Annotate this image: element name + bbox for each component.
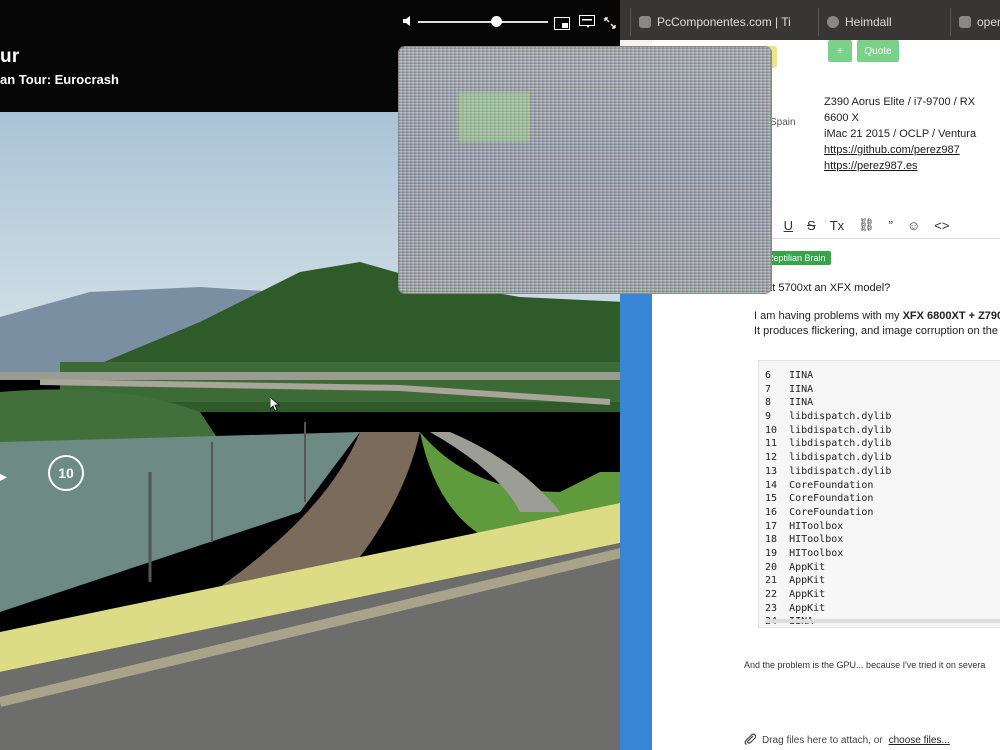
tab-label: openm <box>977 15 1000 29</box>
tab-bar: PcComponentes.com | Ti Heimdall openm <box>620 0 1000 40</box>
choose-files-link[interactable]: choose files... <box>889 735 950 746</box>
post-paragraph: It produces flickering, and image corrup… <box>754 325 1000 337</box>
corrupted-preview-window <box>399 47 771 293</box>
tab-pccomponentes[interactable]: PcComponentes.com | Ti <box>630 8 800 36</box>
code-block: 6 IINA 7 IINA 8 IINA 9 libdispatch.dylib 10 … <box>758 360 1000 628</box>
strikethrough-button[interactable]: S <box>807 218 816 233</box>
code-line: 9 libdispatch.dylib <box>765 411 892 423</box>
code-line: 20 AppKit <box>765 561 826 573</box>
code-line: 14 CoreFoundation <box>765 479 874 491</box>
subtitles-icon[interactable] <box>578 14 596 30</box>
code-line: 7 IINA <box>765 383 814 395</box>
code-line: 13 libdispatch.dylib <box>765 465 892 477</box>
plus-button[interactable]: + <box>828 40 852 62</box>
code-lines: 6 IINA 7 IINA 8 IINA 9 libdispatch.dylib 10 … <box>759 369 1000 629</box>
toolbar-divider <box>766 238 1000 239</box>
picture-in-picture-icon[interactable] <box>553 16 571 30</box>
underline-button[interactable]: U <box>784 218 793 233</box>
code-line: 23 AppKit <box>765 602 826 614</box>
signature-link-site[interactable]: https://perez987.es <box>824 158 1000 174</box>
volume-slider-thumb[interactable] <box>491 16 502 27</box>
quote-button[interactable]: Quote <box>857 40 899 62</box>
skip-forward-icon[interactable]: 10 <box>48 455 84 491</box>
code-line: 11 libdispatch.dylib <box>765 438 892 450</box>
video-title: ur <box>0 46 20 67</box>
code-line: 17 HIToolbox <box>765 520 844 532</box>
favicon-icon <box>959 16 971 28</box>
code-line: 15 CoreFoundation <box>765 493 874 505</box>
attach-files-bar[interactable]: Drag files here to attach, or choose fil… <box>744 732 950 749</box>
mouse-cursor-icon <box>270 397 280 411</box>
attach-hint: Drag files here to attach, or <box>762 735 883 746</box>
volume-slider[interactable] <box>418 21 548 23</box>
code-line: 10 libdispatch.dylib <box>765 424 892 436</box>
tab-label: Heimdall <box>845 15 892 29</box>
favicon-icon <box>639 16 651 28</box>
favicon-icon <box>827 16 839 28</box>
clear-format-button[interactable]: Tx <box>830 218 844 233</box>
code-scrollbar[interactable] <box>765 619 1000 623</box>
code-line: 8 IINA <box>765 397 814 409</box>
code-line: 19 HIToolbox <box>765 547 844 559</box>
emoji-icon[interactable]: ☺ <box>907 218 920 233</box>
fullscreen-icon[interactable] <box>603 16 617 30</box>
tab-heimdall[interactable]: Heimdall <box>818 8 948 36</box>
paperclip-icon <box>744 732 757 749</box>
post-paragraph: I am having problems with my XFX 6800XT … <box>754 310 1000 322</box>
code-line: 22 AppKit <box>765 589 826 600</box>
sidebar-strip <box>620 292 652 750</box>
editor-toolbar: I U S Tx ⛓ ” ☺ <> <box>766 212 1000 238</box>
user-location: Spain <box>770 117 796 128</box>
tab-openm[interactable]: openm <box>950 8 1000 36</box>
user-signature: Z390 Aorus Elite / i7-9700 / RX 6600 X i… <box>824 94 1000 174</box>
video-subtitle: an Tour: Eurocrash <box>0 72 119 87</box>
tab-label: PcComponentes.com | Ti <box>657 15 791 29</box>
code-icon[interactable]: <> <box>934 218 949 233</box>
signature-line: Z390 Aorus Elite / i7-9700 / RX 6600 X <box>824 96 976 124</box>
code-line: 12 libdispatch.dylib <box>765 452 892 464</box>
signature-link-github[interactable]: https://github.com/perez987 <box>824 142 1000 158</box>
code-line: 18 HIToolbox <box>765 534 844 546</box>
play-icon[interactable]: ▸ <box>0 468 7 485</box>
signature-line: iMac 21 2015 / OCLP / Ventura <box>824 128 977 140</box>
reply-paragraph: And the problem is the GPU... because I'… <box>744 660 986 670</box>
code-line: 21 AppKit <box>765 575 826 587</box>
link-icon[interactable]: ⛓ <box>858 217 875 233</box>
speaker-icon[interactable] <box>402 14 414 28</box>
corrupted-image-artifact <box>459 92 529 142</box>
code-line: 6 IINA <box>765 370 814 381</box>
quote-icon[interactable]: ” <box>889 218 893 233</box>
user-title-badge: Reptilian Brain <box>762 251 831 265</box>
post-quote-text: hat 5700xt an XFX model? <box>760 282 891 294</box>
code-line: 16 CoreFoundation <box>765 506 874 518</box>
